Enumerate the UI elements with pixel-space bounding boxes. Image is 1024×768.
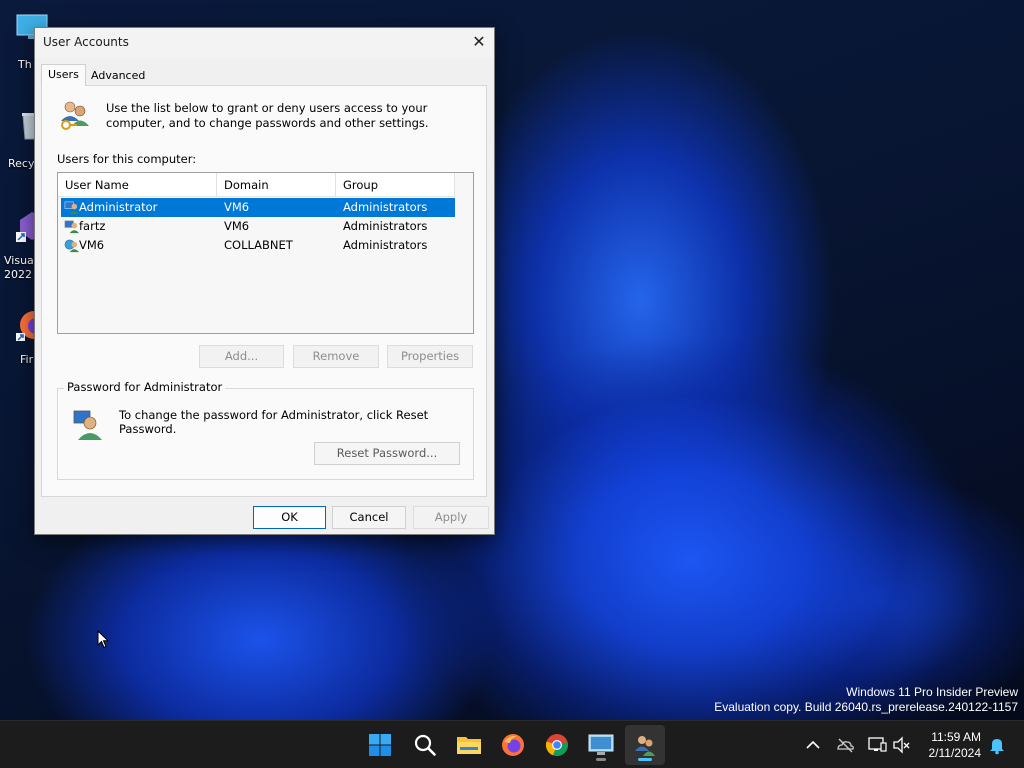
onedrive-offline-icon[interactable] bbox=[835, 735, 855, 755]
cell-user-name: Administrator bbox=[79, 200, 158, 214]
cell-group: Administrators bbox=[343, 238, 428, 252]
column-header-domain[interactable]: Domain bbox=[217, 173, 336, 197]
remote-desktop-icon bbox=[588, 734, 614, 755]
tab-label: Users bbox=[48, 68, 79, 81]
network-icon[interactable] bbox=[867, 735, 887, 755]
dialog-titlebar[interactable]: User Accounts ✕ bbox=[35, 28, 494, 58]
notification-bell-icon[interactable] bbox=[987, 735, 1007, 755]
password-group: Password for Administrator To change the… bbox=[57, 380, 474, 480]
cell-domain: VM6 bbox=[224, 219, 250, 233]
clock-time: 11:59 AM bbox=[931, 730, 981, 744]
taskbar: 11:59 AM 2/11/2024 bbox=[0, 720, 1024, 768]
chevron-up-icon[interactable] bbox=[803, 735, 823, 755]
mouse-cursor-icon bbox=[97, 630, 109, 649]
evaluation-watermark: Windows 11 Pro Insider Preview Evaluatio… bbox=[714, 685, 1018, 715]
search-icon bbox=[414, 734, 436, 756]
column-header-group[interactable]: Group bbox=[336, 173, 455, 197]
watermark-line2: Evaluation copy. Build 26040.rs_prerelea… bbox=[714, 700, 1018, 714]
remote-desktop-button[interactable] bbox=[583, 727, 619, 763]
start-button[interactable] bbox=[362, 727, 398, 763]
cell-user-name: fartz bbox=[79, 219, 106, 233]
remove-button[interactable]: Remove bbox=[293, 345, 379, 368]
add-button[interactable]: Add... bbox=[199, 345, 284, 368]
running-indicator bbox=[596, 758, 606, 761]
users-keys-icon bbox=[61, 101, 89, 130]
user-icon bbox=[64, 220, 79, 234]
properties-button[interactable]: Properties bbox=[387, 345, 473, 368]
close-icon: ✕ bbox=[472, 32, 486, 51]
users-for-computer-label: Users for this computer: bbox=[57, 152, 197, 166]
dialog-title: User Accounts bbox=[43, 35, 129, 49]
firefox-button[interactable] bbox=[495, 727, 531, 763]
search-button[interactable] bbox=[407, 727, 443, 763]
user-accounts-button[interactable] bbox=[627, 727, 663, 763]
start-icon bbox=[369, 734, 391, 756]
cell-domain: COLLABNET bbox=[224, 238, 293, 252]
apply-button[interactable]: Apply bbox=[413, 506, 489, 529]
tab-advanced[interactable]: Advanced bbox=[85, 66, 151, 87]
cell-group: Administrators bbox=[343, 219, 428, 233]
column-header-user-name[interactable]: User Name bbox=[58, 173, 217, 197]
user-accounts-icon bbox=[635, 736, 655, 756]
user-password-icon bbox=[73, 410, 102, 440]
cancel-button[interactable]: Cancel bbox=[332, 506, 406, 529]
tab-label: Advanced bbox=[91, 69, 146, 82]
password-instructions: To change the password for Administrator… bbox=[119, 408, 429, 436]
file-explorer-button[interactable] bbox=[451, 727, 487, 763]
table-row[interactable]: Administrator VM6 Administrators bbox=[61, 198, 455, 217]
user-icon bbox=[64, 201, 79, 215]
chrome-button[interactable] bbox=[539, 727, 575, 763]
table-row[interactable]: VM6 COLLABNET Administrators bbox=[61, 236, 455, 255]
file-explorer-icon bbox=[457, 737, 481, 754]
firefox-icon bbox=[502, 734, 524, 756]
cell-domain: VM6 bbox=[224, 200, 250, 214]
user-accounts-dialog: User Accounts ✕ Users Advanced Use the l… bbox=[34, 27, 495, 535]
table-row[interactable]: fartz VM6 Administrators bbox=[61, 217, 455, 236]
cell-user-name: VM6 bbox=[79, 238, 105, 252]
watermark-line1: Windows 11 Pro Insider Preview bbox=[846, 685, 1018, 699]
reset-password-button[interactable]: Reset Password... bbox=[314, 442, 460, 465]
chrome-icon bbox=[545, 734, 568, 757]
close-button[interactable]: ✕ bbox=[464, 28, 494, 56]
users-list[interactable]: User Name Domain Group Administrator VM6… bbox=[57, 172, 474, 334]
password-group-legend: Password for Administrator bbox=[64, 380, 226, 394]
volume-muted-icon[interactable] bbox=[892, 735, 912, 755]
intro-description: Use the list below to grant or deny user… bbox=[106, 101, 429, 130]
ok-button[interactable]: OK bbox=[253, 506, 326, 529]
tab-users[interactable]: Users bbox=[41, 64, 86, 86]
cell-group: Administrators bbox=[343, 200, 428, 214]
list-header: User Name Domain Group bbox=[58, 173, 455, 197]
clock-date: 2/11/2024 bbox=[928, 746, 982, 760]
system-clock[interactable]: 11:59 AM 2/11/2024 bbox=[929, 729, 982, 761]
users-tab-panel: Use the list below to grant or deny user… bbox=[41, 85, 487, 497]
domain-user-icon bbox=[64, 239, 79, 253]
active-indicator bbox=[638, 758, 652, 761]
